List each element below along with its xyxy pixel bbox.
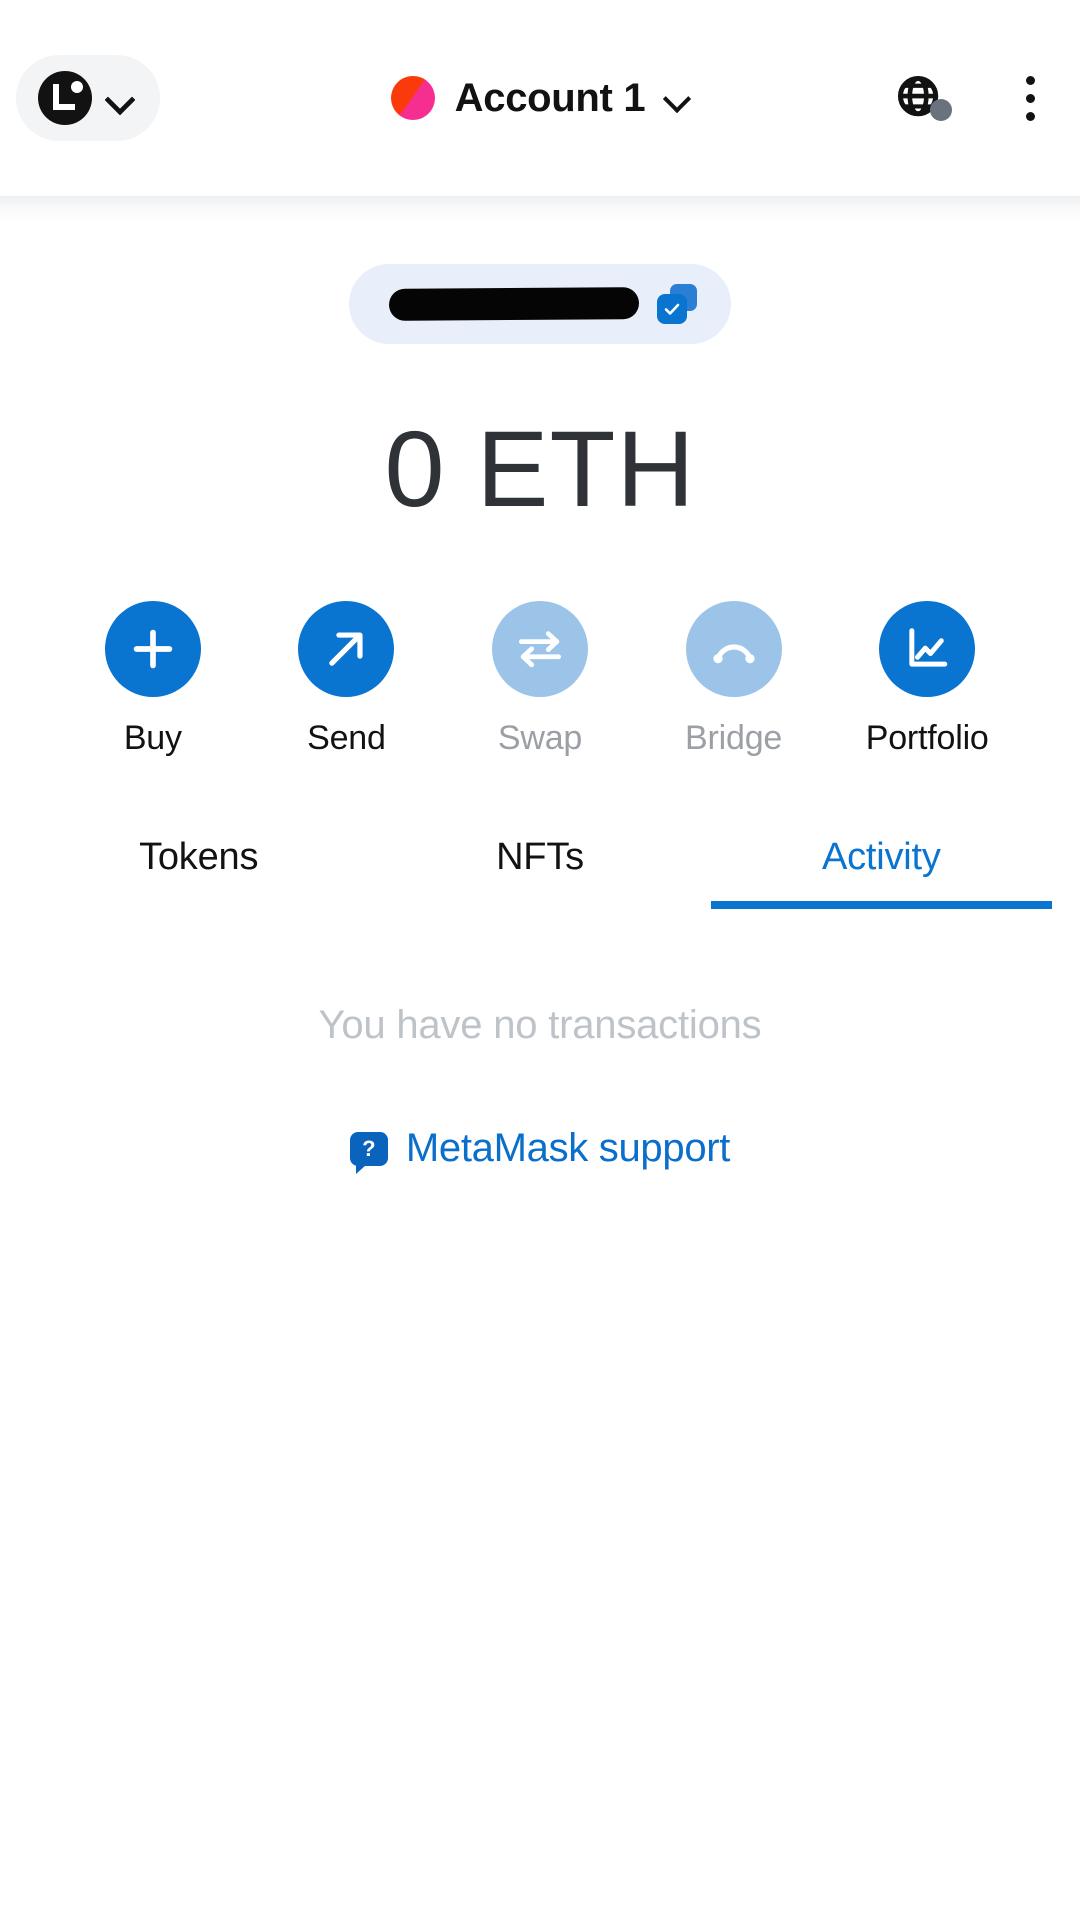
portfolio-label: Portfolio xyxy=(866,719,989,758)
kebab-dot xyxy=(1026,76,1035,85)
send-label: Send xyxy=(307,719,386,758)
wallet-tabs: Tokens NFTs Activity xyxy=(0,836,1080,909)
account-name-label: Account 1 xyxy=(455,76,646,121)
bridge-arc-icon xyxy=(707,622,761,676)
send-button[interactable]: Send xyxy=(250,601,444,758)
question-bubble-icon: ? xyxy=(350,1132,388,1166)
kebab-dot xyxy=(1026,94,1035,103)
connection-status-badge xyxy=(930,99,952,121)
arrow-up-right-icon xyxy=(321,624,371,674)
bridge-label: Bridge xyxy=(685,719,782,758)
address-row xyxy=(0,264,1080,344)
header-divider-shadow xyxy=(0,196,1080,222)
account-selector-button[interactable]: Account 1 xyxy=(391,76,690,121)
avatar xyxy=(391,76,435,120)
metamask-support-link[interactable]: ? MetaMask support xyxy=(0,1126,1080,1171)
kebab-menu-icon[interactable] xyxy=(1010,75,1050,121)
account-address-redacted xyxy=(389,287,639,321)
buy-label: Buy xyxy=(124,719,182,758)
app-header: Account 1 xyxy=(0,0,1080,196)
wallet-actions: Buy Send Swap xyxy=(0,601,1080,758)
swap-label: Swap xyxy=(498,719,582,758)
connection-status-button[interactable] xyxy=(896,75,948,121)
tab-nfts[interactable]: NFTs xyxy=(369,836,710,909)
chevron-down-icon xyxy=(665,86,689,110)
header-actions xyxy=(896,75,1050,121)
portfolio-button[interactable]: Portfolio xyxy=(830,601,1024,758)
tab-tokens[interactable]: Tokens xyxy=(28,836,369,909)
kebab-dot xyxy=(1026,112,1035,121)
empty-transactions-message: You have no transactions xyxy=(0,1003,1080,1048)
swap-arrows-icon xyxy=(514,623,566,675)
plus-icon xyxy=(127,623,179,675)
chevron-down-icon xyxy=(106,85,132,111)
copy-icon-front-sheet xyxy=(657,294,687,324)
linea-logo-dot xyxy=(71,81,83,93)
tab-activity[interactable]: Activity xyxy=(711,836,1052,909)
support-link-label: MetaMask support xyxy=(406,1126,730,1171)
bridge-arc-icon-circle xyxy=(686,601,782,697)
balance-amount: 0 ETH xyxy=(0,406,1080,531)
question-mark-glyph: ? xyxy=(362,1138,375,1160)
swap-arrows-icon-circle xyxy=(492,601,588,697)
metamask-wallet-screen: Account 1 xyxy=(0,0,1080,1920)
network-selector-button[interactable] xyxy=(16,55,160,141)
line-chart-icon xyxy=(901,623,953,675)
copy-address-button[interactable] xyxy=(349,264,731,344)
check-icon xyxy=(663,300,681,318)
buy-button[interactable]: Buy xyxy=(56,601,250,758)
linea-network-logo-icon xyxy=(38,71,92,125)
plus-icon-circle xyxy=(105,601,201,697)
copy-success-icon xyxy=(657,284,697,324)
bridge-button[interactable]: Bridge xyxy=(637,601,831,758)
arrow-up-right-icon-circle xyxy=(298,601,394,697)
line-chart-icon-circle xyxy=(879,601,975,697)
swap-button[interactable]: Swap xyxy=(443,601,637,758)
